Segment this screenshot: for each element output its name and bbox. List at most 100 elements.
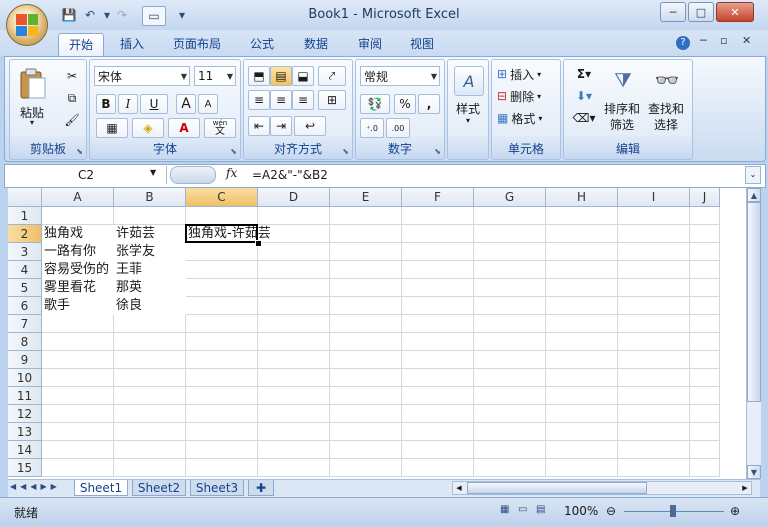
launcher-icon[interactable]: ⬊ [434,147,441,156]
row-header-6[interactable]: 6 [8,297,42,315]
column-header-e[interactable]: E [330,188,402,207]
styles-dropdown-icon[interactable]: ▾ [448,116,488,125]
merge-center-icon[interactable]: ⊞ [318,90,346,110]
align-middle-icon[interactable]: ▤ [270,66,292,86]
row-header-1[interactable]: 1 [8,207,42,225]
cell-b4[interactable]: 王菲 [114,261,186,279]
zoom-in-icon[interactable]: ⊕ [730,504,740,518]
launcher-icon[interactable]: ⬊ [76,147,83,156]
binoculars-icon[interactable]: 👓 [648,64,686,96]
comma-button[interactable]: , [418,94,440,114]
align-left-icon[interactable]: ≡ [248,90,270,110]
page-break-view-icon[interactable]: ▤ [536,504,545,515]
cell-a5[interactable]: 雾里看花 [42,279,114,297]
shrink-font-button[interactable]: A [198,94,218,114]
styles-icon[interactable]: A [454,66,484,96]
row-header-10[interactable]: 10 [8,369,42,387]
row-header-9[interactable]: 9 [8,351,42,369]
column-header-c[interactable]: C [186,188,258,207]
scroll-down-icon[interactable]: ▼ [747,465,761,479]
normal-view-icon[interactable]: ▦ [500,504,509,515]
worksheet-grid[interactable]: A B C D E F G H I J 1 2 3 4 5 6 7 8 9 10 11 12 13 14 15 独角戏 许茹芸 独角戏… [8,188,746,479]
column-header-b[interactable]: B [114,188,186,207]
help-icon[interactable]: ? [676,36,690,50]
styles-button-label[interactable]: 样式 [448,100,488,117]
format-painter-icon[interactable]: 🖌 [62,110,82,130]
scroll-thumb[interactable] [747,202,761,402]
percent-button[interactable]: % [394,94,416,114]
decrease-decimal-icon[interactable]: .00 [386,118,410,138]
expand-formula-bar-icon[interactable]: ⌄ [745,166,761,184]
scroll-left-icon[interactable]: ◀ [453,482,465,494]
row-header-12[interactable]: 12 [8,405,42,423]
formula-bar-splitter[interactable] [170,166,216,184]
find-select-label-2[interactable]: 选择 [642,116,690,133]
zoom-slider-thumb[interactable] [670,505,676,517]
paste-icon[interactable] [16,66,50,102]
column-header-d[interactable]: D [258,188,330,207]
cut-icon[interactable]: ✂ [62,66,82,86]
cell-a4[interactable]: 容易受伤的 [42,261,114,279]
fill-color-icon[interactable]: ◈ [132,118,164,138]
cell-a2[interactable]: 独角戏 [42,225,114,243]
ribbon-close-icon[interactable]: ✕ [742,34,751,47]
row-header-15[interactable]: 15 [8,459,42,477]
row-header-4[interactable]: 4 [8,261,42,279]
increase-indent-icon[interactable]: ⇥ [270,116,292,136]
formula-input[interactable]: =A2&"-"&B2 [252,166,328,184]
tab-page-layout[interactable]: 页面布局 [164,33,230,55]
insert-sheet-icon[interactable]: ✚ [248,480,274,496]
fill-handle[interactable] [255,240,262,247]
tab-review[interactable]: 审阅 [348,33,392,55]
cell-b5[interactable]: 那英 [114,279,186,297]
close-button[interactable]: ✕ [716,2,754,22]
number-format-combo[interactable]: 常规 ▼ [360,66,440,86]
row-header-13[interactable]: 13 [8,423,42,441]
name-box[interactable]: C2 [6,166,167,184]
column-header-a[interactable]: A [42,188,114,207]
ribbon-restore-icon[interactable]: ▫ [720,34,727,47]
insert-cells-button[interactable]: ⊞ 插入 ▾ [496,64,558,84]
column-header-i[interactable]: I [618,188,690,207]
column-header-h[interactable]: H [546,188,618,207]
sheet-tab-1[interactable]: Sheet1 [74,480,128,496]
sheet-tab-2[interactable]: Sheet2 [132,480,186,496]
ribbon-minimize-icon[interactable]: ─ [700,34,707,47]
fill-icon[interactable]: ⬇▾ [570,86,598,106]
tab-home[interactable]: 开始 [58,33,104,56]
clear-icon[interactable]: ⌫▾ [570,108,598,128]
column-header-g[interactable]: G [474,188,546,207]
office-button[interactable] [6,4,48,46]
row-header-11[interactable]: 11 [8,387,42,405]
tab-formulas[interactable]: 公式 [240,33,284,55]
currency-icon[interactable]: 💱 [360,94,390,114]
align-bottom-icon[interactable]: ⬓ [292,66,314,86]
sort-filter-icon[interactable]: ⧩ [604,64,642,96]
decrease-indent-icon[interactable]: ⇤ [248,116,270,136]
cell-b3[interactable]: 张学友 [114,243,186,261]
align-center-icon[interactable]: ≡ [270,90,292,110]
font-color-button[interactable]: A [168,118,200,138]
border-icon[interactable]: ▦ [96,118,128,138]
italic-button[interactable]: I [118,94,138,114]
horizontal-scrollbar[interactable]: ◀ ▶ [452,481,752,495]
zoom-out-icon[interactable]: ⊖ [606,504,616,518]
insert-function-button[interactable]: fx [226,166,237,180]
row-header-8[interactable]: 8 [8,333,42,351]
find-select-label[interactable]: 查找和 [642,100,690,117]
column-header-f[interactable]: F [402,188,474,207]
cell-b6[interactable]: 徐良 [114,297,186,315]
align-top-icon[interactable]: ⬒ [248,66,270,86]
cell-b2[interactable]: 许茹芸 [114,225,186,243]
vertical-scrollbar[interactable]: ▲ ▼ [746,188,761,479]
tab-insert[interactable]: 插入 [110,33,154,55]
row-header-2[interactable]: 2 [8,225,42,243]
row-header-5[interactable]: 5 [8,279,42,297]
font-name-combo[interactable]: 宋体 ▼ [94,66,190,86]
sort-filter-label[interactable]: 排序和 [598,100,646,117]
chevron-down-icon[interactable]: ▼ [150,168,156,177]
format-cells-button[interactable]: ▦ 格式 ▾ [496,108,558,128]
column-header-j[interactable]: J [690,188,720,207]
font-size-combo[interactable]: 11 ▼ [194,66,236,86]
tab-view[interactable]: 视图 [400,33,444,55]
